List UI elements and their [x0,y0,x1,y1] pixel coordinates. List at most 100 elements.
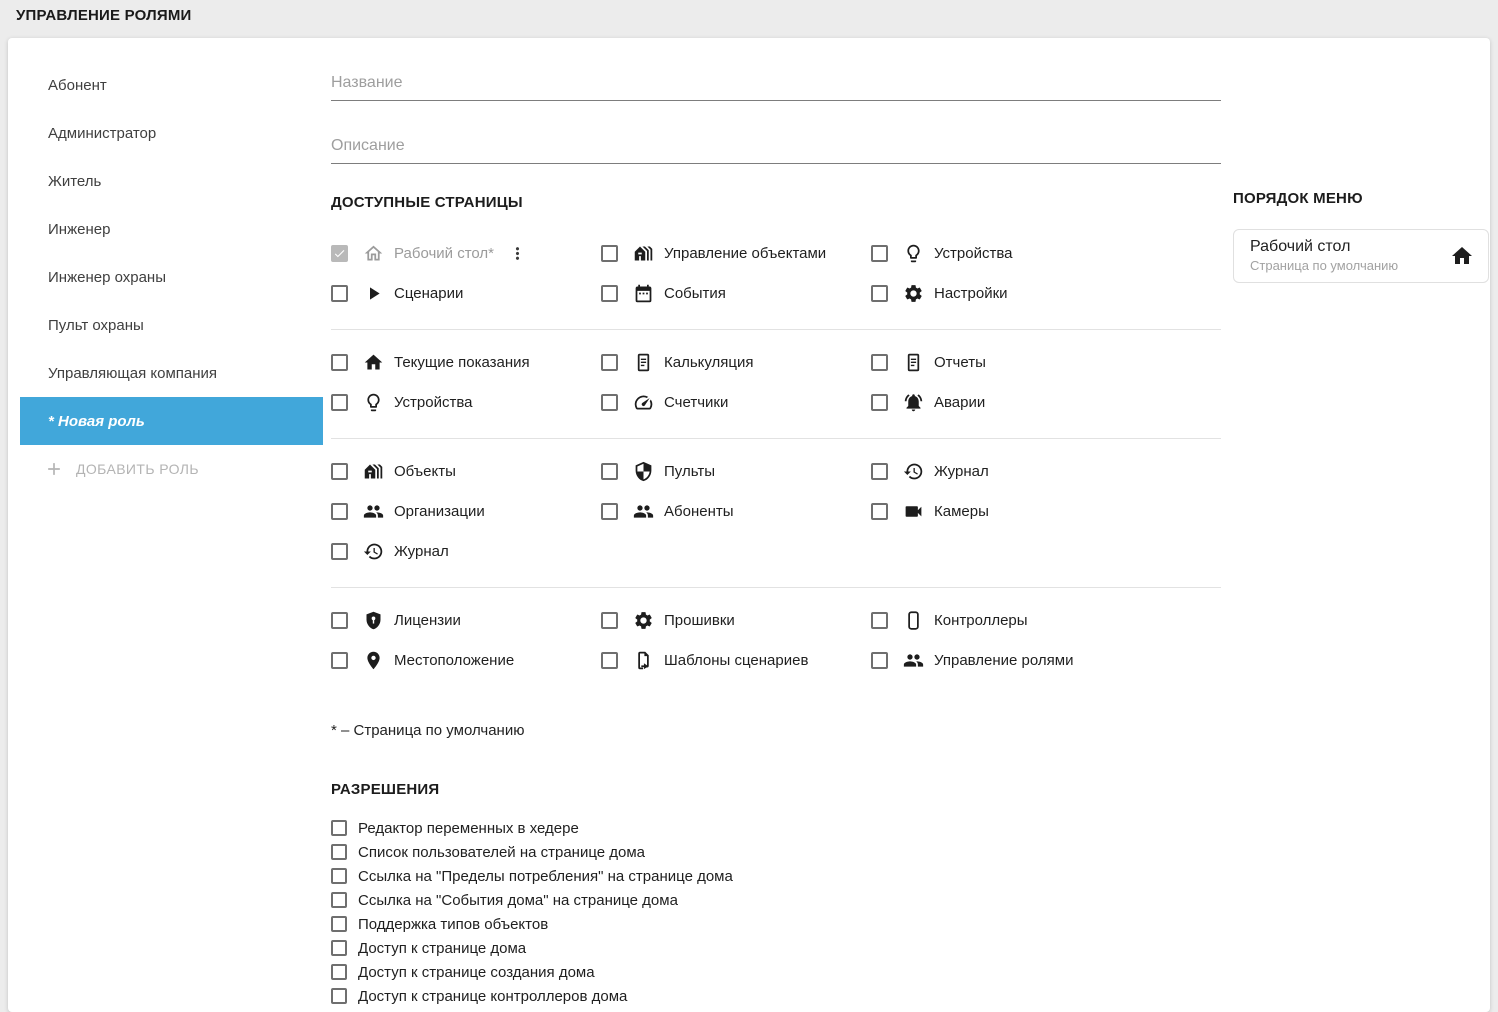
checkbox[interactable] [331,868,347,884]
play-icon [363,283,384,304]
sidebar-item-role[interactable]: Управляющая компания [8,349,323,397]
permission-item: Доступ к странице контроллеров дома [331,984,1221,1008]
checkbox[interactable] [601,245,618,262]
checkbox[interactable] [871,612,888,629]
role-description-input[interactable] [331,131,1221,164]
checkbox[interactable] [331,652,348,669]
checkbox[interactable] [331,612,348,629]
add-role-button[interactable]: ДОБАВИТЬ РОЛЬ [8,445,199,493]
checkbox[interactable] [331,394,348,411]
checkbox[interactable] [331,543,348,560]
checkbox[interactable] [601,612,618,629]
checkbox[interactable] [331,463,348,480]
page-label: Прошивки [664,612,735,629]
checkbox[interactable] [601,503,618,520]
sidebar-item-role[interactable]: Пульт охраны [8,301,323,349]
pages-group: ОбъектыПультыЖурналОрганизацииАбонентыКа… [331,439,1221,588]
checkbox[interactable] [871,285,888,302]
checkbox[interactable] [331,354,348,371]
checkbox[interactable] [331,916,347,932]
menu-order-card[interactable]: Рабочий стол Страница по умолчанию [1233,229,1489,283]
sidebar-item-role[interactable]: Инженер охраны [8,253,323,301]
permission-item: Ссылка на "Пределы потребления" на стран… [331,864,1221,888]
checkbox[interactable] [331,285,348,302]
checkbox[interactable] [601,285,618,302]
sidebar-item-role[interactable]: Администратор [8,109,323,157]
people-icon [903,650,924,671]
sidebar-item-role[interactable]: Абонент [8,61,323,109]
checkbox[interactable] [331,964,347,980]
objects-icon [633,243,654,264]
sidebar-item-new-role[interactable]: * Новая роль [20,397,323,445]
gear-icon [903,283,924,304]
sidebar-item-role[interactable]: Житель [8,157,323,205]
checkbox[interactable] [331,820,347,836]
permission-label: Доступ к странице дома [358,940,526,957]
permission-item: Доступ к странице переменных дома [331,1008,1221,1012]
page-item: Устройства [331,382,601,422]
permission-item: Поддержка типов объектов [331,912,1221,936]
available-pages-title: ДОСТУПНЫЕ СТРАНИЦЫ [331,194,1221,211]
calendar-icon [633,283,654,304]
page-label: Текущие показания [394,354,530,371]
document-icon [903,352,924,373]
shield-icon [633,461,654,482]
menu-order-card-title: Рабочий стол [1250,238,1398,256]
checkbox[interactable] [601,354,618,371]
people-icon [633,501,654,522]
home-filled-icon [363,352,384,373]
pages-group: ЛицензииПрошивкиКонтроллерыМестоположени… [331,588,1221,696]
checkbox[interactable] [871,354,888,371]
page-item: Управление объектами [601,233,871,273]
checkbox[interactable] [331,892,347,908]
checkbox[interactable] [601,463,618,480]
permissions-title: РАЗРЕШЕНИЯ [331,781,1221,798]
checkbox[interactable] [331,245,348,262]
page-label: Контроллеры [934,612,1028,629]
permission-label: Поддержка типов объектов [358,916,548,933]
checkbox[interactable] [871,652,888,669]
page-item: Контроллеры [871,600,1221,640]
page-label: Организации [394,503,485,520]
checkbox[interactable] [871,463,888,480]
checkbox[interactable] [331,844,347,860]
checkbox[interactable] [601,652,618,669]
page-item: Объекты [331,451,601,491]
lightbulb-icon [903,243,924,264]
permission-item: Ссылка на "События дома" на странице дом… [331,888,1221,912]
checkbox[interactable] [871,245,888,262]
checkbox[interactable] [331,988,347,1004]
template-icon [633,650,654,671]
page-item: Организации [331,491,601,531]
checkbox[interactable] [601,394,618,411]
page-item: Отчеты [871,342,1221,382]
page-item: Калькуляция [601,342,871,382]
name-field-wrapper [331,68,1221,101]
page-item: Прошивки [601,600,871,640]
page-label: Настройки [934,285,1008,302]
permission-label: Ссылка на "Пределы потребления" на стран… [358,868,733,885]
menu-order-card-text: Рабочий стол Страница по умолчанию [1250,238,1398,273]
checkbox[interactable] [331,940,347,956]
page-label: Аварии [934,394,985,411]
kebab-menu-icon[interactable] [508,244,527,263]
camera-icon [903,501,924,522]
page-item: Счетчики [601,382,871,422]
people-icon [363,501,384,522]
checkbox[interactable] [871,503,888,520]
page-label: Журнал [394,543,449,560]
pages-group: Рабочий стол*Управление объектамиУстройс… [331,221,1221,330]
page-item: Управление ролями [871,640,1221,680]
page-item: Сценарии [331,273,601,313]
sidebar-item-role[interactable]: Инженер [8,205,323,253]
role-name-input[interactable] [331,68,1221,101]
page-label: Объекты [394,463,456,480]
page-label: Абоненты [664,503,734,520]
menu-order-card-subtitle: Страница по умолчанию [1250,258,1398,273]
checkbox[interactable] [331,503,348,520]
permissions-list: Редактор переменных в хедереСписок польз… [331,816,1221,1012]
page-label: Журнал [934,463,989,480]
permission-label: Список пользователей на странице дома [358,844,645,861]
checkbox[interactable] [871,394,888,411]
home-outline-icon [363,243,384,264]
